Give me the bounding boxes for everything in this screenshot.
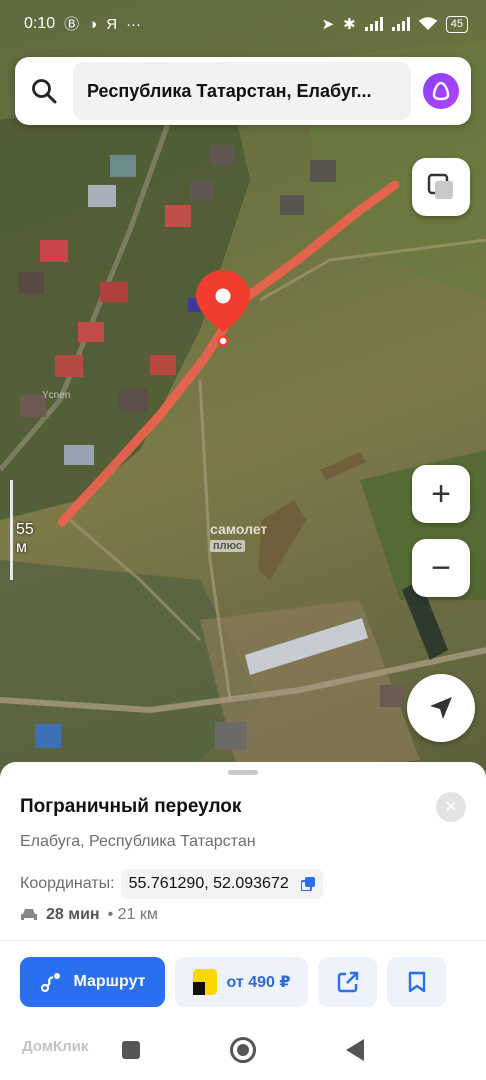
location-pin-icon[interactable] <box>193 268 253 348</box>
taxi-price: от 490 ₽ <box>226 974 291 991</box>
place-address: Елабуга, Республика Татарстан <box>20 833 256 850</box>
signal-icon <box>364 17 383 31</box>
watermark-text: самолет <box>210 521 268 537</box>
bookmark-button[interactable] <box>387 957 446 1007</box>
scale-label: 55 м <box>16 521 34 556</box>
route-button[interactable]: Маршрут <box>20 957 165 1007</box>
alice-voice-icon[interactable] <box>423 73 459 109</box>
search-input[interactable]: Республика Татарстан, Елабуг... <box>73 62 411 120</box>
place-title: Пограничный переулок <box>20 796 242 817</box>
dark-mode-icon: ◑ <box>88 15 98 33</box>
signal-icon <box>391 17 410 31</box>
battery-indicator: 45 <box>445 15 468 33</box>
route-label: Маршрут <box>73 973 146 990</box>
taxi-button[interactable]: от 490 ₽ <box>175 957 308 1007</box>
taxi-icon <box>192 969 217 995</box>
wifi-icon <box>418 17 437 30</box>
share-button[interactable] <box>318 957 377 1007</box>
coordinates-label: Координаты: <box>20 875 115 892</box>
sheet-grabber[interactable] <box>228 770 258 775</box>
close-button[interactable]: ✕ <box>436 792 466 822</box>
domklik-text: ДомКлик <box>22 1038 89 1055</box>
b-badge-icon: Ⓑ <box>64 15 80 33</box>
search-bar[interactable]: Республика Татарстан, Елабуг... <box>15 57 471 125</box>
action-buttons: Маршрут от 490 ₽ <box>20 957 446 1007</box>
location-arrow-icon: ➤ <box>321 15 335 33</box>
close-icon: ✕ <box>444 799 458 816</box>
home-button[interactable] <box>230 1037 256 1063</box>
zoom-out-button[interactable]: − <box>412 539 470 597</box>
eta-time: 28 мин <box>46 906 100 923</box>
divider <box>0 940 486 941</box>
coordinates-value-box[interactable]: 55.761290, 52.093672 <box>120 869 323 899</box>
domklik-watermark: ДомКлик <box>22 1038 88 1055</box>
search-icon[interactable] <box>29 76 59 106</box>
bluetooth-icon: ✱ <box>343 15 356 33</box>
zoom-in-button[interactable]: + <box>412 465 470 523</box>
copy-icon[interactable] <box>300 877 315 891</box>
share-icon <box>337 971 358 993</box>
navigation-arrow-icon <box>430 697 452 719</box>
more-dots-icon: ··· <box>126 15 142 33</box>
layers-button[interactable] <box>412 158 470 216</box>
yandex-icon: Я <box>106 15 118 33</box>
coordinates-value: 55.761290, 52.093672 <box>128 875 289 892</box>
map-scale: 55 м <box>10 480 34 580</box>
bookmark-icon <box>408 971 425 993</box>
watermark-sub: плюс <box>210 540 245 552</box>
my-location-button[interactable] <box>407 674 475 742</box>
system-nav-bar: ДомКлик <box>0 1020 486 1080</box>
recent-apps-button[interactable] <box>122 1041 140 1059</box>
route-icon <box>41 973 61 993</box>
samolet-watermark: самолет плюс <box>210 522 267 554</box>
car-icon <box>21 909 37 920</box>
road-label: Ycnen <box>42 390 70 401</box>
status-bar: 0:10 Ⓑ ◑ Я ··· ➤ ✱ 45 <box>0 0 486 48</box>
coordinates-row: Координаты: 55.761290, 52.093672 <box>20 869 323 899</box>
clock: 0:10 <box>24 15 56 32</box>
layers-icon <box>427 173 453 199</box>
back-button[interactable] <box>346 1039 364 1061</box>
eta-distance: • 21 км <box>107 906 158 923</box>
eta-row: 28 мин • 21 км <box>20 906 158 924</box>
